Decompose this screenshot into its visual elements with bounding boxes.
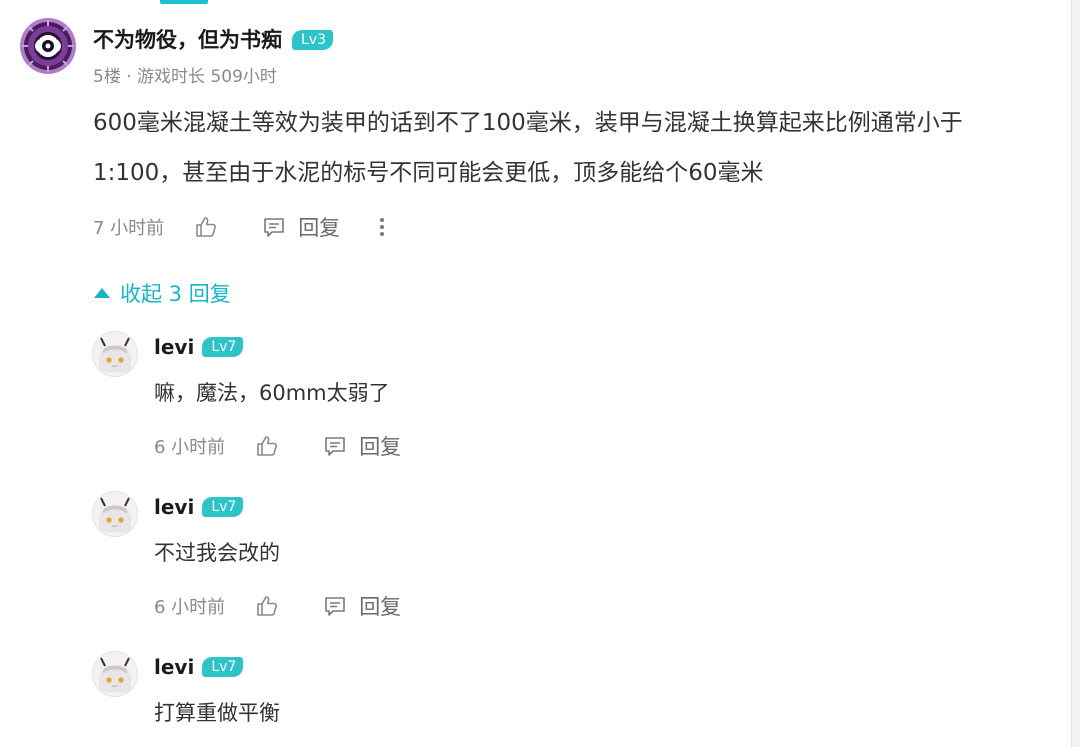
like-button[interactable] (255, 434, 279, 458)
comment-actions: 7 小时前 回复 (93, 212, 386, 242)
scrollbar[interactable] (1071, 0, 1080, 747)
active-tab-indicator (160, 0, 208, 4)
username-text: levi (154, 655, 195, 679)
comment-meta: 5楼 · 游戏时长 509小时 (93, 62, 277, 87)
floor-number: 5楼 (93, 67, 121, 87)
level-badge: Lv7 (202, 337, 244, 357)
comment-text: 600毫米混凝土等效为装甲的话到不了100毫米，装甲与混凝土换算起来比例通常小于… (93, 110, 963, 186)
avatar[interactable] (92, 331, 138, 377)
anime-girl-avatar-icon (99, 497, 131, 532)
reply-label: 回复 (359, 595, 402, 619)
thumbs-up-icon (257, 436, 278, 456)
anime-girl-avatar-icon (99, 657, 131, 692)
reply-label: 回复 (298, 216, 341, 240)
avatar[interactable] (20, 18, 76, 74)
triangle-up-icon (94, 288, 110, 298)
anime-girl-avatar-icon (99, 337, 131, 372)
level-badge: Lv7 (202, 497, 244, 517)
avatar[interactable] (92, 651, 138, 697)
avatar[interactable] (92, 491, 138, 537)
eye-avatar-icon (22, 20, 74, 72)
timestamp: 6 小时前 (154, 437, 226, 458)
reply-actions: 6 小时前 回复 (154, 431, 401, 461)
reply-text: 不过我会改的 (154, 541, 280, 565)
reply-text: 嘛，魔法，60mm太弱了 (154, 381, 390, 405)
username-text: levi (154, 335, 195, 359)
reply-button[interactable]: 回复 (323, 591, 401, 621)
timestamp: 7 小时前 (93, 218, 165, 239)
like-button[interactable] (255, 594, 279, 618)
username-text: levi (154, 495, 195, 519)
collapse-replies-button[interactable]: 收起 3 回复 (94, 278, 231, 308)
timestamp: 6 小时前 (154, 597, 226, 618)
thumbs-up-icon (257, 596, 278, 616)
more-vertical-icon (380, 218, 385, 236)
reply-text: 打算重做平衡 (154, 701, 280, 725)
collapse-label: 收起 3 回复 (120, 282, 231, 306)
playtime: 游戏时长 509小时 (137, 67, 277, 87)
like-button[interactable] (194, 215, 218, 239)
comment-icon (325, 597, 345, 616)
username[interactable]: 不为物役，但为书痴 Lv3 (93, 24, 333, 54)
comment-icon (325, 437, 345, 456)
comment-icon (264, 218, 284, 237)
reply-actions: 6 小时前 回复 (154, 591, 401, 621)
thumbs-up-icon (196, 217, 217, 237)
username[interactable]: levi Lv7 (154, 655, 244, 679)
level-badge: Lv3 (292, 30, 333, 50)
username[interactable]: levi Lv7 (154, 335, 244, 359)
meta-separator: · (126, 67, 132, 87)
username[interactable]: levi Lv7 (154, 495, 244, 519)
username-text: 不为物役，但为书痴 (93, 28, 282, 52)
reply-button[interactable]: 回复 (323, 431, 401, 461)
level-badge: Lv7 (202, 657, 244, 677)
more-options-button[interactable] (378, 216, 386, 238)
reply-label: 回复 (359, 435, 402, 459)
reply-button[interactable]: 回复 (262, 212, 340, 242)
